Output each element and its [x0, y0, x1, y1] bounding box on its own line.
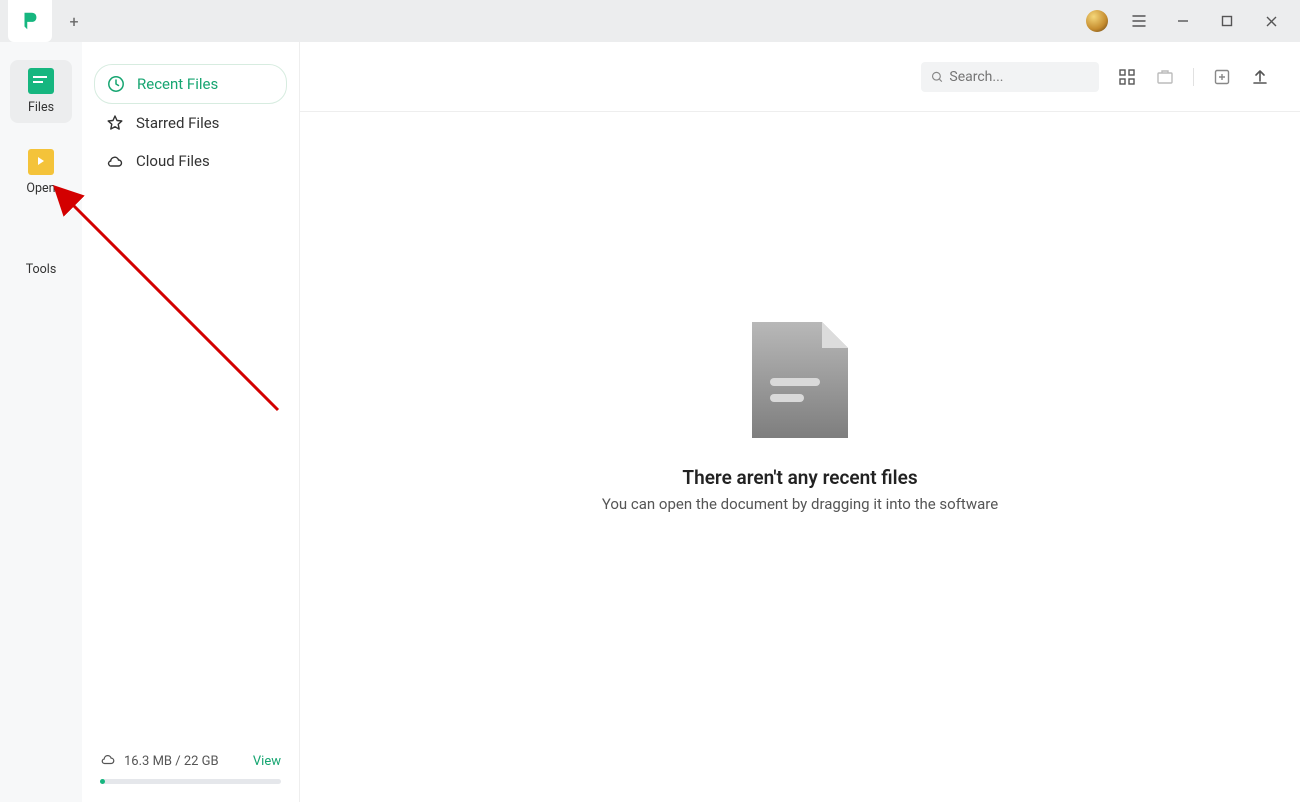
empty-state: There aren't any recent files You can op… [300, 72, 1300, 762]
sidebar-item-starred-files[interactable]: Starred Files [94, 104, 287, 142]
app-logo-icon [19, 10, 41, 32]
sidebar-item-label: Recent Files [137, 75, 218, 93]
sidebar-item-label: Starred Files [136, 114, 219, 132]
minimize-icon [1176, 14, 1190, 28]
star-icon [106, 114, 124, 132]
sidebar-item-recent-files[interactable]: Recent Files [94, 64, 287, 104]
cloud-icon [100, 751, 116, 771]
clock-icon [107, 75, 125, 93]
avatar[interactable] [1086, 10, 1108, 32]
new-tab-button[interactable]: + [58, 5, 90, 37]
minimize-button[interactable] [1170, 8, 1196, 34]
sidebar-item-cloud-files[interactable]: Cloud Files [94, 142, 287, 180]
nav-rail: Files Open Tools [0, 42, 82, 802]
sidebar: Recent Files Starred Files Cloud Files 1… [82, 42, 300, 802]
storage-info: 16.3 MB / 22 GB View [94, 751, 287, 775]
titlebar: + [0, 0, 1300, 42]
rail-item-open[interactable]: Open [10, 141, 72, 204]
main-area: There aren't any recent files You can op… [300, 42, 1300, 802]
rail-label: Open [26, 181, 55, 196]
storage-text: 16.3 MB / 22 GB [124, 754, 219, 769]
close-icon [1265, 15, 1278, 28]
empty-document-icon [752, 322, 848, 442]
files-icon [28, 68, 54, 94]
open-folder-icon [28, 149, 54, 175]
rail-item-tools[interactable]: Tools [10, 222, 72, 285]
tools-grid-icon [28, 230, 54, 256]
hamburger-icon [1131, 13, 1147, 29]
cloud-icon [106, 152, 124, 170]
maximize-button[interactable] [1214, 8, 1240, 34]
app-tab[interactable] [8, 0, 52, 42]
rail-label: Tools [26, 262, 57, 277]
rail-item-files[interactable]: Files [10, 60, 72, 123]
rail-label: Files [28, 100, 54, 115]
empty-title: There aren't any recent files [682, 466, 917, 489]
sidebar-item-label: Cloud Files [136, 152, 210, 170]
storage-bar-fill [100, 779, 105, 784]
empty-subtitle: You can open the document by dragging it… [602, 495, 998, 513]
menu-button[interactable] [1126, 8, 1152, 34]
storage-view-link[interactable]: View [253, 754, 281, 769]
close-button[interactable] [1258, 8, 1284, 34]
plus-icon: + [69, 12, 78, 31]
storage-bar [100, 779, 281, 784]
maximize-icon [1221, 15, 1233, 27]
